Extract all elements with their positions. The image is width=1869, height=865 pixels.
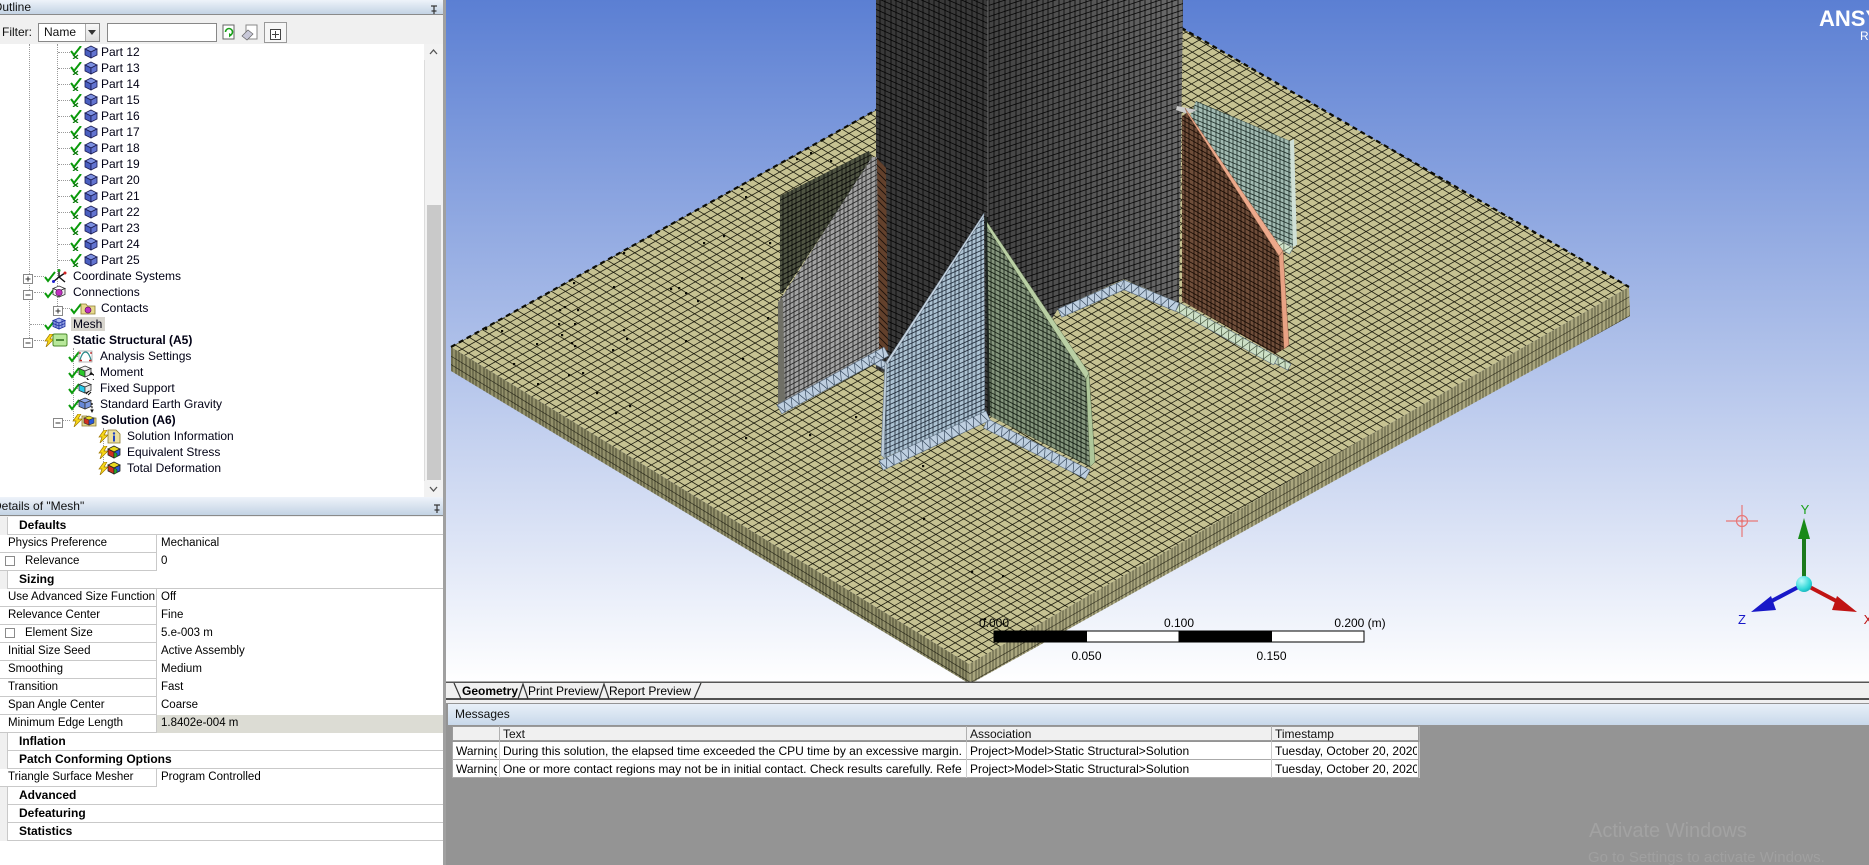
svg-text:Z: Z (1738, 612, 1746, 627)
svg-text:R1: R1 (1860, 29, 1869, 43)
svg-text:0.000: 0.000 (979, 616, 1009, 630)
svg-text:Y: Y (1801, 502, 1810, 517)
svg-text:ANSY: ANSY (1819, 6, 1869, 31)
svg-text:0.100: 0.100 (1164, 616, 1194, 630)
svg-text:0.200 (m): 0.200 (m) (1334, 616, 1385, 630)
svg-text:0.050: 0.050 (1071, 649, 1101, 663)
svg-text:0.150: 0.150 (1256, 649, 1286, 663)
svg-text:X: X (1864, 612, 1869, 627)
